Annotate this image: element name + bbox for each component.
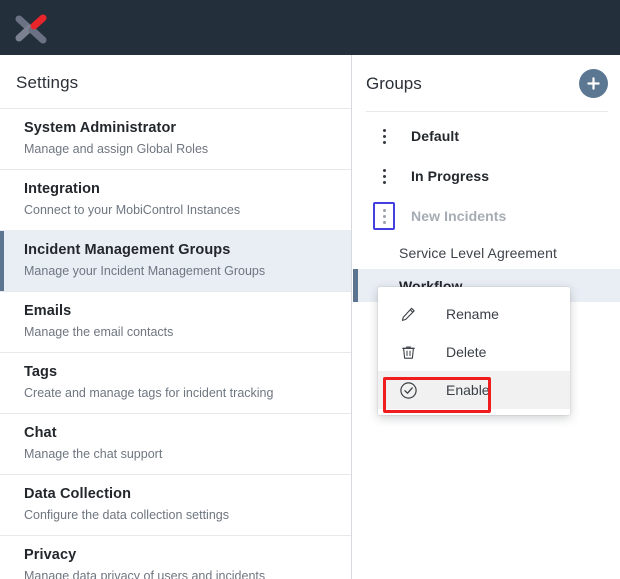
soti-x-logo[interactable]	[10, 7, 52, 49]
groups-list: Default In Progress New Incidents Servic…	[353, 116, 620, 415]
settings-item-desc: Connect to your MobiControl Instances	[24, 203, 241, 217]
trash-icon	[396, 344, 420, 361]
context-menu-item-delete[interactable]: Delete	[378, 333, 570, 371]
settings-item-title: Chat	[24, 425, 57, 441]
group-label: New Incidents	[411, 208, 507, 224]
group-menu-icon[interactable]	[373, 202, 395, 230]
settings-item-title: Integration	[24, 181, 101, 197]
settings-item-system-administrator[interactable]: System Administrator Manage and assign G…	[0, 108, 351, 169]
settings-item-title: Tags	[24, 364, 58, 380]
settings-item-title: Emails	[24, 303, 72, 319]
group-row-default[interactable]: Default	[353, 116, 620, 156]
check-circle-icon	[396, 381, 420, 400]
settings-item-privacy[interactable]: Privacy Manage data privacy of users and…	[0, 535, 351, 579]
settings-item-desc: Manage your Incident Management Groups	[24, 264, 266, 278]
settings-item-title: Privacy	[24, 547, 77, 563]
context-menu-item-rename[interactable]: Rename	[378, 295, 570, 333]
settings-panel: Settings System Administrator Manage and…	[0, 55, 352, 579]
settings-item-desc: Manage data privacy of users and inciden…	[24, 569, 266, 579]
group-subitem-service-level-agreement[interactable]: Service Level Agreement	[353, 236, 620, 269]
group-menu-icon[interactable]	[373, 122, 395, 150]
settings-item-desc: Configure the data collection settings	[24, 508, 229, 522]
groups-header: Groups	[353, 55, 620, 98]
group-menu-icon[interactable]	[373, 162, 395, 190]
settings-item-tags[interactable]: Tags Create and manage tags for incident…	[0, 352, 351, 413]
settings-item-integration[interactable]: Integration Connect to your MobiControl …	[0, 169, 351, 230]
settings-item-title: Incident Management Groups	[24, 242, 231, 258]
group-label: In Progress	[411, 168, 490, 184]
settings-item-desc: Create and manage tags for incident trac…	[24, 386, 274, 400]
context-menu-label: Rename	[446, 306, 499, 322]
app-header	[0, 0, 620, 55]
settings-item-title: Data Collection	[24, 486, 132, 502]
group-context-menu: Rename Delete Enable	[378, 287, 570, 415]
settings-item-desc: Manage the chat support	[24, 447, 163, 461]
settings-item-chat[interactable]: Chat Manage the chat support	[0, 413, 351, 474]
settings-item-incident-management-groups[interactable]: Incident Management Groups Manage your I…	[0, 230, 351, 291]
context-menu-label: Enable	[446, 382, 490, 398]
settings-item-emails[interactable]: Emails Manage the email contacts	[0, 291, 351, 352]
content-area: Settings System Administrator Manage and…	[0, 55, 620, 579]
groups-header-divider	[366, 111, 608, 112]
context-menu-label: Delete	[446, 344, 487, 360]
settings-item-data-collection[interactable]: Data Collection Configure the data colle…	[0, 474, 351, 535]
context-menu-item-enable[interactable]: Enable	[378, 371, 570, 409]
group-row-in-progress[interactable]: In Progress	[353, 156, 620, 196]
pencil-icon	[396, 306, 420, 323]
groups-panel: Groups Default In Progress New Incidents…	[353, 55, 620, 579]
group-subitem-label: Service Level Agreement	[399, 244, 557, 261]
settings-title: Settings	[16, 73, 79, 92]
settings-item-title: System Administrator	[24, 120, 177, 136]
settings-list: System Administrator Manage and assign G…	[0, 108, 351, 579]
groups-title: Groups	[366, 73, 422, 93]
settings-item-desc: Manage the email contacts	[24, 325, 174, 339]
plus-icon	[587, 77, 600, 90]
group-row-new-incidents[interactable]: New Incidents	[353, 196, 620, 236]
settings-item-desc: Manage and assign Global Roles	[24, 142, 209, 156]
add-group-button[interactable]	[579, 69, 608, 98]
group-label: Default	[411, 128, 460, 144]
